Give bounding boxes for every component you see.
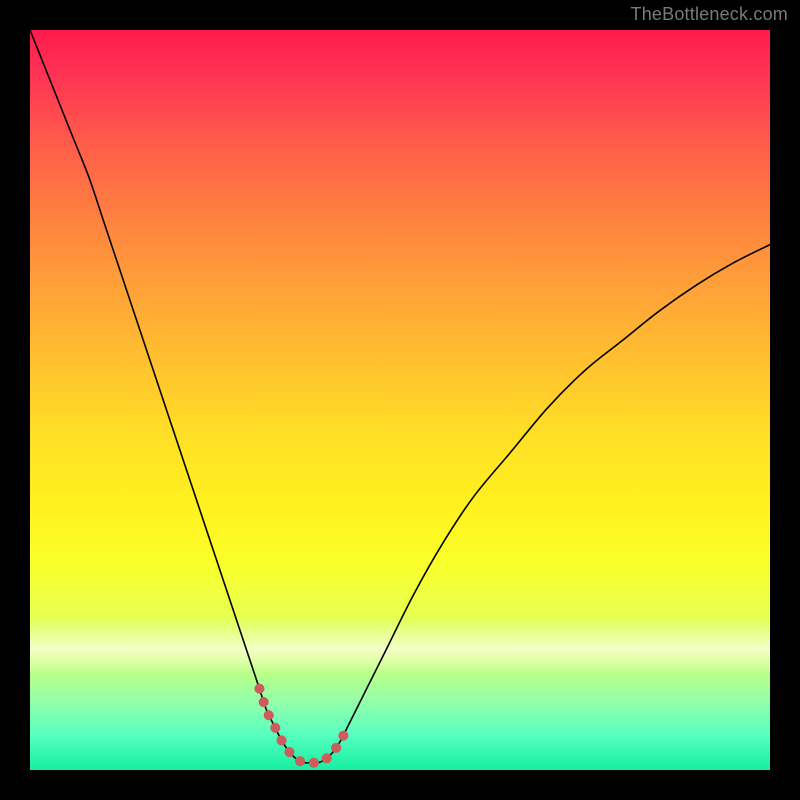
watermark-text: TheBottleneck.com (631, 4, 788, 25)
trough-highlight (259, 689, 348, 763)
curve-layer (30, 30, 770, 770)
highlight-band (30, 618, 770, 674)
chart-frame: TheBottleneck.com (0, 0, 800, 800)
plot-area (30, 30, 770, 770)
bottleneck-curve (30, 30, 770, 763)
